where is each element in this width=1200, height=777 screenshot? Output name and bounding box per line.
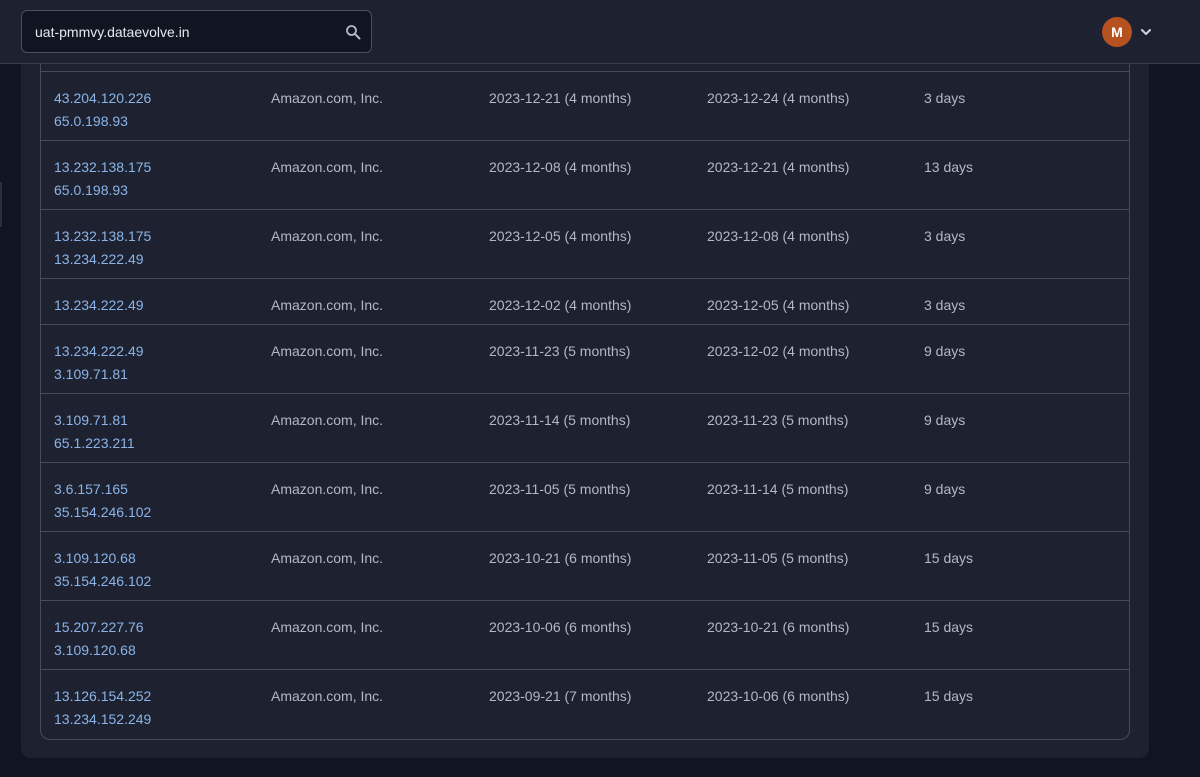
duration-cell: 9 days xyxy=(924,481,966,497)
ip-address-cell: 13.232.138.175 65.0.198.93 xyxy=(54,156,151,202)
last-seen-cell: 2023-12-08 (4 months) xyxy=(707,228,850,244)
ip-address-link[interactable]: 13.126.154.252 xyxy=(54,685,151,708)
last-seen-cell: 2023-10-06 (6 months) xyxy=(707,688,850,704)
table-row: 13.126.154.252 13.234.152.249 Amazon.com, … xyxy=(41,669,1129,738)
ip-address-cell: 13.232.138.175 13.234.222.49 xyxy=(54,225,151,271)
organization-cell: Amazon.com, Inc. xyxy=(271,159,384,175)
top-bar: M xyxy=(0,0,1200,64)
ip-address-link[interactable]: 13.234.152.249 xyxy=(54,708,151,731)
organization-cell: Amazon.com, Inc. xyxy=(271,228,384,244)
table-row: 13.232.138.175 65.0.198.93 Amazon.com, Inc… xyxy=(41,140,1129,209)
ip-address-link[interactable]: 13.234.222.49 xyxy=(54,248,151,271)
ip-address-cell: 3.6.157.165 35.154.246.102 xyxy=(54,478,151,524)
last-seen-cell: 2023-11-05 (5 months) xyxy=(707,550,849,566)
duration-cell: 15 days xyxy=(924,688,974,704)
ip-address-cell: 13.234.222.49 3.109.71.81 xyxy=(54,340,144,386)
duration-cell: 3 days xyxy=(924,90,966,106)
ip-address-link[interactable]: 13.234.222.49 xyxy=(54,294,144,317)
organization-cell: Amazon.com, Inc. xyxy=(271,550,384,566)
ip-address-link[interactable]: 13.232.138.175 xyxy=(54,156,151,179)
ip-address-cell: 43.204.120.226 65.0.198.93 xyxy=(54,87,151,133)
first-seen-cell: 2023-12-08 (4 months) xyxy=(489,159,632,175)
organization-cell: Amazon.com, Inc. xyxy=(271,343,384,359)
ip-address-link[interactable]: 3.6.157.165 xyxy=(54,478,151,501)
duration-cell: 3 days xyxy=(924,297,966,313)
last-seen-cell: 2023-12-02 (4 months) xyxy=(707,343,850,359)
duration-cell: 3 days xyxy=(924,228,966,244)
last-seen-cell: 2023-12-24 (4 months) xyxy=(707,90,850,106)
last-seen-cell: 2023-10-21 (6 months) xyxy=(707,619,850,635)
ip-address-link[interactable]: 13.232.138.175 xyxy=(54,225,151,248)
first-seen-cell: 2023-12-05 (4 months) xyxy=(489,228,632,244)
organization-cell: Amazon.com, Inc. xyxy=(271,90,384,106)
ip-address-link[interactable]: 43.204.120.226 xyxy=(54,87,151,110)
ip-address-link[interactable]: 3.109.120.68 xyxy=(54,639,144,662)
search-icon[interactable] xyxy=(345,24,361,40)
table-row: 3.109.71.81 65.1.223.211 Amazon.com, Inc. 2… xyxy=(41,393,1129,462)
duration-cell: 9 days xyxy=(924,412,966,428)
ip-address-cell: 3.109.120.68 35.154.246.102 xyxy=(54,547,151,593)
search-input[interactable] xyxy=(35,11,335,52)
ip-address-link[interactable]: 3.109.71.81 xyxy=(54,363,144,386)
table-row: 43.204.120.226 65.0.198.93 Amazon.com, Inc… xyxy=(41,71,1129,140)
ip-address-link[interactable]: 3.109.120.68 xyxy=(54,547,151,570)
table-row: 13.234.222.49 3.109.71.81 Amazon.com, Inc.… xyxy=(41,324,1129,393)
chevron-down-icon[interactable] xyxy=(1139,25,1153,39)
first-seen-cell: 2023-10-06 (6 months) xyxy=(489,619,632,635)
organization-cell: Amazon.com, Inc. xyxy=(271,688,384,704)
first-seen-cell: 2023-12-21 (4 months) xyxy=(489,90,632,106)
ip-address-link[interactable]: 65.1.223.211 xyxy=(54,432,135,455)
last-seen-cell: 2023-11-14 (5 months) xyxy=(707,481,849,497)
last-seen-cell: 2023-11-23 (5 months) xyxy=(707,412,849,428)
ip-address-cell: 15.207.227.76 3.109.120.68 xyxy=(54,616,144,662)
first-seen-cell: 2023-11-05 (5 months) xyxy=(489,481,631,497)
ip-address-link[interactable]: 65.0.198.93 xyxy=(54,110,151,133)
duration-cell: 15 days xyxy=(924,619,974,635)
ip-address-cell: 13.234.222.49 xyxy=(54,294,144,317)
ip-address-cell: 3.109.71.81 65.1.223.211 xyxy=(54,409,135,455)
organization-cell: Amazon.com, Inc. xyxy=(271,412,384,428)
last-seen-cell: 2023-12-21 (4 months) xyxy=(707,159,850,175)
duration-cell: 9 days xyxy=(924,343,966,359)
ip-address-cell: 13.126.154.252 13.234.152.249 xyxy=(54,685,151,731)
duration-cell: 13 days xyxy=(924,159,974,175)
first-seen-cell: 2023-11-14 (5 months) xyxy=(489,412,631,428)
table-row: 3.109.120.68 35.154.246.102 Amazon.com, In… xyxy=(41,531,1129,600)
ip-address-link[interactable]: 35.154.246.102 xyxy=(54,570,151,593)
side-panel-edge xyxy=(0,182,2,227)
dns-history-table: 43.204.120.226 65.0.198.93 Amazon.com, Inc… xyxy=(40,64,1130,740)
duration-cell: 15 days xyxy=(924,550,974,566)
ip-address-link[interactable]: 15.207.227.76 xyxy=(54,616,144,639)
table-row: 3.6.157.165 35.154.246.102 Amazon.com, Inc… xyxy=(41,462,1129,531)
organization-cell: Amazon.com, Inc. xyxy=(271,619,384,635)
first-seen-cell: 2023-12-02 (4 months) xyxy=(489,297,632,313)
ip-address-link[interactable]: 35.154.246.102 xyxy=(54,501,151,524)
first-seen-cell: 2023-09-21 (7 months) xyxy=(489,688,632,704)
last-seen-cell: 2023-12-05 (4 months) xyxy=(707,297,850,313)
organization-cell: Amazon.com, Inc. xyxy=(271,297,384,313)
table-row: 13.234.222.49 Amazon.com, Inc. 2023-12-02 … xyxy=(41,278,1129,324)
ip-address-link[interactable]: 13.234.222.49 xyxy=(54,340,144,363)
avatar[interactable]: M xyxy=(1102,17,1132,47)
ip-address-link[interactable]: 3.109.71.81 xyxy=(54,409,135,432)
first-seen-cell: 2023-11-23 (5 months) xyxy=(489,343,631,359)
ip-address-link[interactable]: 65.0.198.93 xyxy=(54,179,151,202)
table-row: 15.207.227.76 3.109.120.68 Amazon.com, Inc… xyxy=(41,600,1129,669)
search-box[interactable] xyxy=(21,10,372,53)
table-row: 13.232.138.175 13.234.222.49 Amazon.com, I… xyxy=(41,209,1129,278)
organization-cell: Amazon.com, Inc. xyxy=(271,481,384,497)
first-seen-cell: 2023-10-21 (6 months) xyxy=(489,550,632,566)
